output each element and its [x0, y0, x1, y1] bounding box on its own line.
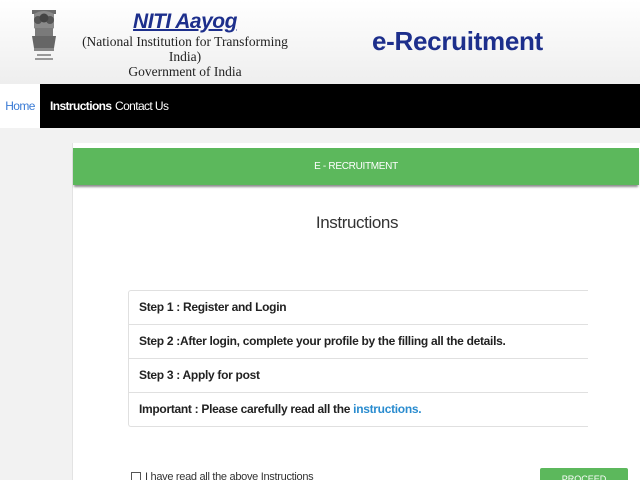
site-header: NITI Aayog (National Institution for Tra…: [0, 0, 640, 84]
org-government: Government of India: [128, 64, 242, 79]
nav-instructions[interactable]: Instructions: [50, 84, 112, 128]
national-emblem-icon: [32, 10, 56, 60]
step-text: Register and Login: [179, 300, 287, 314]
step-label: Step 1 :: [139, 300, 180, 314]
instructions-link[interactable]: instructions.: [353, 402, 421, 416]
org-full-name: (National Institution for Transforming I…: [82, 34, 288, 64]
agree-checkbox-row[interactable]: I have read all the above Instructions: [131, 471, 314, 480]
important-text: Please carefully read all the: [198, 402, 354, 416]
proceed-button[interactable]: PROCEED: [540, 468, 628, 480]
list-item: Important : Please carefully read all th…: [128, 392, 588, 427]
step-label: Step 2 :: [139, 334, 180, 348]
step-text: After login, complete your profile by th…: [179, 334, 506, 348]
main-nav: Home Instructions Contact Us: [0, 84, 640, 128]
org-block: NITI Aayog (National Institution for Tra…: [70, 10, 300, 79]
list-item: Step 2 :After login, complete your profi…: [128, 324, 588, 359]
important-label: Important :: [139, 402, 199, 416]
panel-header: E - RECRUITMENT: [73, 148, 639, 185]
list-item: Step 1 : Register and Login: [128, 290, 588, 325]
page-title: Instructions: [315, 213, 399, 232]
list-item: Step 3 : Apply for post: [128, 358, 588, 393]
nav-contact-us[interactable]: Contact Us: [115, 84, 169, 128]
agree-checkbox[interactable]: [131, 472, 141, 480]
agree-label: I have read all the above Instructions: [145, 471, 314, 480]
org-name: NITI Aayog: [133, 10, 237, 33]
nav-home[interactable]: Home: [0, 84, 40, 128]
step-text: Apply for post: [179, 368, 260, 382]
steps-list: Step 1 : Register and Login Step 2 :Afte…: [128, 290, 588, 427]
app-title: e-Recruitment: [372, 26, 543, 56]
instructions-panel: E - RECRUITMENT Instructions Step 1 : Re…: [72, 143, 640, 480]
step-label: Step 3 :: [139, 368, 180, 382]
